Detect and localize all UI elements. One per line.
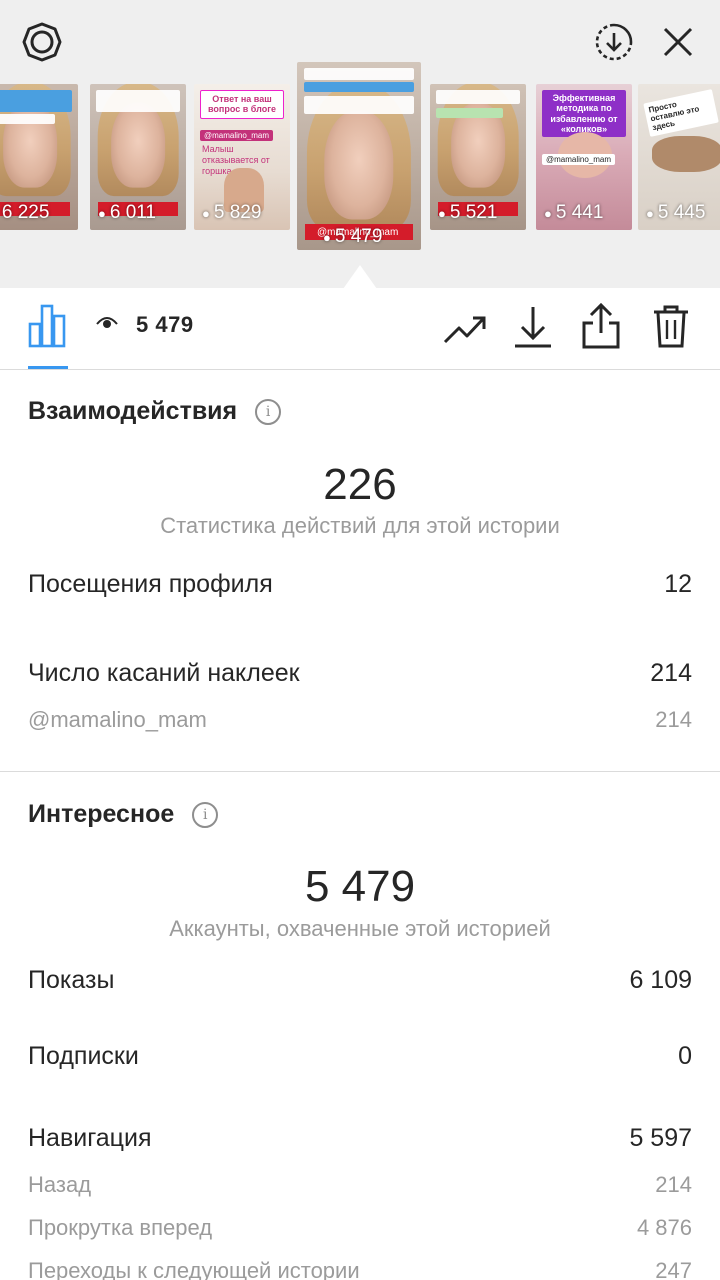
settings-icon[interactable] xyxy=(20,20,64,64)
discovery-total-label: Аккаунты, охваченные этой историей xyxy=(169,916,551,941)
eye-icon: ● xyxy=(98,205,106,221)
interactions-title: Взаимодействия xyxy=(28,397,238,425)
insights-tab[interactable] xyxy=(26,302,70,348)
trash-icon[interactable] xyxy=(648,302,694,350)
story-thumbnail[interactable]: ●6 225 xyxy=(0,84,78,230)
share-icon[interactable] xyxy=(578,302,624,350)
thumbnail-views: ● 5 445 xyxy=(646,202,705,224)
interactions-total: 226 xyxy=(323,460,397,509)
stat-row-follows: Подписки 0 xyxy=(28,1042,692,1071)
stat-row-sticker-taps: Число касаний наклеек 214 xyxy=(28,659,692,688)
stat-row-impressions: Показы 6 109 xyxy=(28,966,692,995)
story-thumbnail[interactable]: ● 6 011 xyxy=(90,84,186,230)
close-icon[interactable] xyxy=(656,20,700,64)
thumbnail-views-value: 5 445 xyxy=(657,202,706,223)
stat-subvalue: 247 xyxy=(655,1258,692,1280)
thumbnail-face xyxy=(324,110,394,220)
stat-label: Показы xyxy=(28,966,115,994)
thumbnail-views: ● 5 829 xyxy=(202,202,261,224)
story-thumbnail[interactable]: Просто оставлю это здесь ● 5 445 xyxy=(638,84,720,230)
stat-label: Навигация xyxy=(28,1124,152,1152)
save-icon[interactable] xyxy=(592,20,636,64)
thumbnail-face xyxy=(111,102,165,188)
thumbnail-banner: Ответ на ваш вопрос в блоге xyxy=(200,90,284,119)
stat-value: 214 xyxy=(650,659,692,687)
thumbnail-views-value: 6 011 xyxy=(109,202,156,223)
thumbnail-views-value: 5 829 xyxy=(213,202,262,223)
discovery-title: Интересное xyxy=(28,800,175,828)
active-tab-indicator xyxy=(28,366,68,369)
thumbnail-caption xyxy=(95,90,181,112)
info-icon[interactable]: i xyxy=(192,801,219,828)
thumbnail-views: ● 5 521 xyxy=(438,202,497,224)
stat-sublabel: Прокрутка вперед xyxy=(28,1215,213,1240)
stat-label: Посещения профиля xyxy=(28,570,273,598)
views-count-value: 5 479 xyxy=(136,312,194,337)
thumbnail-caption xyxy=(304,82,414,92)
story-thumbnail[interactable]: ● 5 521 xyxy=(430,84,526,230)
story-thumbnail-active[interactable]: @mamalino_mam ● 5 479 xyxy=(297,62,421,250)
eye-icon: ● xyxy=(544,205,552,221)
eye-icon xyxy=(96,316,118,335)
thumbnail-caption xyxy=(435,108,503,118)
stat-subvalue: 214 xyxy=(655,1172,692,1197)
eye-icon: ● xyxy=(646,205,654,221)
thumbnail-views-value: 5 479 xyxy=(334,226,383,247)
bar-chart-icon xyxy=(28,304,66,348)
story-toolbar: 5 479 xyxy=(0,288,720,370)
stat-subrow-back: Назад 214 xyxy=(28,1172,692,1198)
story-strip: ●6 225 ●6 011 Ответ на ваш вопрос в блог… xyxy=(0,0,720,288)
section-divider xyxy=(0,771,720,772)
stat-row-navigation: Навигация 5 597 xyxy=(28,1124,692,1153)
interactions-heading: Взаимодействия i xyxy=(28,397,282,426)
stat-subvalue: 214 xyxy=(655,707,692,732)
thumbnail-caption xyxy=(304,96,414,114)
thumbnail-views-value: 6 225 xyxy=(1,202,50,223)
thumbnail-image xyxy=(652,136,720,172)
thumbnail-tag: @mamalino_mam xyxy=(542,154,616,165)
thumbnail-views-value: 5 521 xyxy=(449,202,498,223)
stat-label: Число касаний наклеек xyxy=(28,659,300,687)
views-counter: 5 479 xyxy=(96,312,194,338)
thumbnail-caption xyxy=(435,90,521,104)
eye-icon: ● xyxy=(202,205,210,221)
info-icon[interactable]: i xyxy=(255,398,282,425)
stat-row-profile-visits: Посещения профиля 12 xyxy=(28,570,692,599)
thumbnail-caption xyxy=(0,114,55,124)
thumbnail-views: ● 6 011 xyxy=(98,202,156,224)
stat-value: 0 xyxy=(678,1042,692,1070)
stat-subrow-forward: Прокрутка вперед 4 876 xyxy=(28,1215,692,1241)
thumbnail-views: ●6 225 xyxy=(0,202,50,224)
stat-subvalue: 4 876 xyxy=(636,1215,692,1240)
eye-icon: ● xyxy=(323,229,331,245)
interactions-total-label: Статистика действий для этой истории xyxy=(160,513,560,538)
thumbnail-caption xyxy=(304,68,414,80)
stat-subrow-mention: @mamalino_mam 214 xyxy=(28,707,692,733)
stat-value: 12 xyxy=(664,570,692,598)
discovery-total: 5 479 xyxy=(304,862,416,911)
thumbnail-views: ● 5 479 xyxy=(323,226,382,248)
stat-label: Подписки xyxy=(28,1042,139,1070)
stat-sublabel: Переходы к следующей истории xyxy=(28,1258,360,1280)
trending-icon[interactable] xyxy=(442,306,488,352)
stat-value: 5 597 xyxy=(629,1124,692,1152)
thumbnail-banner: Эффективная методика по избавлению от «к… xyxy=(542,90,626,138)
stat-sublabel: @mamalino_mam xyxy=(28,707,207,732)
thumbnail-caption xyxy=(0,90,73,112)
download-icon[interactable] xyxy=(510,304,556,350)
story-thumbnail[interactable]: Ответ на ваш вопрос в блоге @mamalino_ma… xyxy=(194,84,290,230)
thumbnail-views-value: 5 441 xyxy=(555,202,604,223)
stat-subrow-next-story: Переходы к следующей истории 247 xyxy=(28,1258,692,1280)
story-thumbnail[interactable]: Эффективная методика по избавлению от «к… xyxy=(536,84,632,230)
active-story-caret xyxy=(343,265,377,288)
stat-value: 6 109 xyxy=(629,966,692,994)
thumbnail-tag: @mamalino_mam xyxy=(200,130,274,141)
thumbnail-views: ● 5 441 xyxy=(544,202,603,224)
eye-icon: ● xyxy=(438,205,446,221)
discovery-heading: Интересное i xyxy=(28,800,219,829)
stat-sublabel: Назад xyxy=(28,1172,92,1197)
